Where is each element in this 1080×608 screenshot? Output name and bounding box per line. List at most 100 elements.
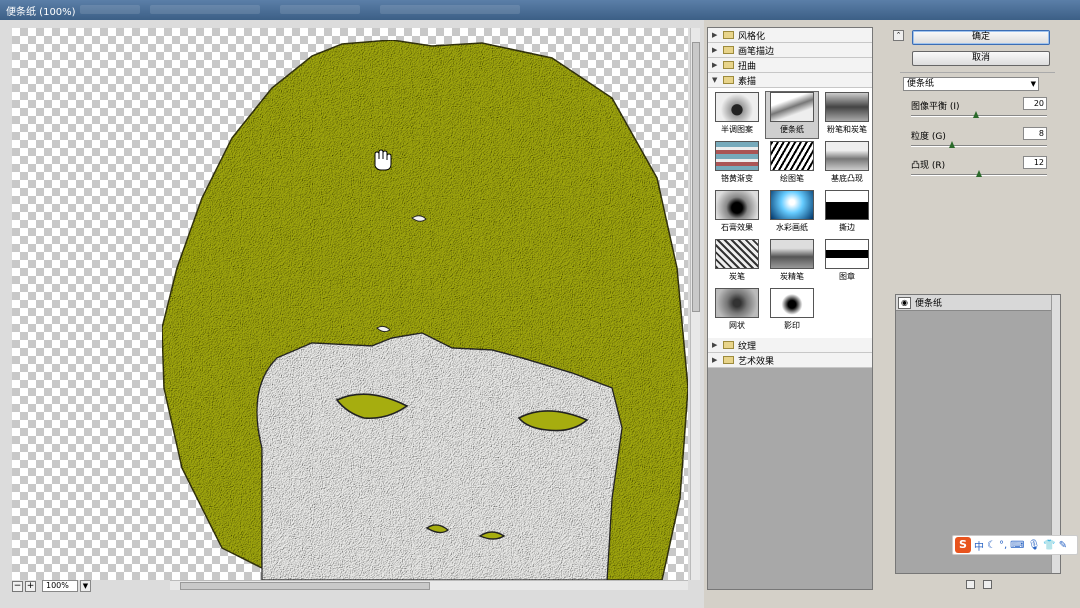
- param-value-input[interactable]: 12: [1023, 156, 1047, 169]
- zoom-out-button[interactable]: −: [12, 580, 23, 592]
- preview-vertical-scrollbar[interactable]: [690, 28, 700, 580]
- filter-label: 炭精笔: [780, 272, 804, 281]
- ime-lang[interactable]: 中: [974, 538, 984, 553]
- cancel-button[interactable]: 取消: [912, 51, 1050, 66]
- filter-thumbnail[interactable]: 半调图案: [711, 92, 763, 138]
- window-title: 便条纸 (100%): [6, 7, 76, 18]
- layer-label: 便条纸: [915, 299, 943, 309]
- eye-icon[interactable]: ◉: [898, 296, 911, 309]
- filter-thumbnail[interactable]: 影印: [766, 288, 818, 334]
- param-label: 图像平衡 (I): [911, 102, 960, 112]
- filter-label: 半调图案: [721, 125, 753, 134]
- preview-canvas[interactable]: [12, 28, 688, 580]
- zoom-controls: − + 100% ▼: [12, 579, 91, 593]
- filter-label: 粉笔和炭笔: [827, 125, 867, 134]
- divider: [900, 72, 1055, 73]
- slider-knob-icon[interactable]: [948, 141, 955, 148]
- filter-thumbnail[interactable]: 粉笔和炭笔: [821, 92, 873, 138]
- keyboard-icon[interactable]: ⌨: [1010, 540, 1024, 551]
- filter-thumbnail[interactable]: 图章: [821, 239, 873, 285]
- filter-category[interactable]: ▶ 纹理: [708, 338, 872, 353]
- filter-category-label: 画笔描边: [738, 46, 775, 57]
- ime-toolbar: S 中 ☾ °, ⌨ 🎙 👕 ✎: [952, 535, 1078, 555]
- filter-label: 便条纸: [780, 125, 804, 134]
- param-value-input[interactable]: 8: [1023, 127, 1047, 140]
- triangle-down-icon: ▼: [712, 76, 718, 84]
- preview-horizontal-scrollbar[interactable]: [170, 580, 688, 590]
- filter-category[interactable]: ▶ 艺术效果: [708, 353, 872, 368]
- filter-thumbnail[interactable]: 绘图笔: [766, 141, 818, 187]
- filter-label: 炭笔: [729, 272, 745, 281]
- filter-thumbnails: 半调图案 便条纸 粉笔和炭笔铬黄渐变 绘图笔 基底凸现石膏效果 水彩画纸 撕边炭笔 炭精笔 图章…: [708, 88, 872, 338]
- filter-label: 石膏效果: [721, 223, 753, 232]
- punctuation-icon[interactable]: °,: [999, 540, 1007, 551]
- slider-knob-icon[interactable]: [973, 111, 980, 118]
- collapse-gallery-icon[interactable]: ⌃: [893, 30, 904, 41]
- filter-preview-image: [715, 288, 759, 318]
- slider-knob-icon[interactable]: [976, 170, 982, 177]
- skin-icon[interactable]: 👕: [1043, 540, 1055, 551]
- triangle-right-icon: ▶: [712, 61, 718, 69]
- folder-icon: [723, 61, 734, 69]
- filter-category[interactable]: ▶ 画笔描边: [708, 43, 872, 58]
- ok-button[interactable]: 确定: [912, 30, 1050, 45]
- filter-preview-image: [825, 190, 869, 220]
- folder-icon: [723, 46, 734, 54]
- title-bar: 便条纸 (100%): [0, 0, 1080, 20]
- filter-thumbnail[interactable]: 基底凸现: [821, 141, 873, 187]
- zoom-value[interactable]: 100%: [42, 580, 78, 592]
- triangle-right-icon: ▶: [712, 31, 718, 39]
- filter-preview-image: [770, 288, 814, 318]
- filter-category-label: 风格化: [738, 31, 766, 42]
- filter-category[interactable]: ▶ 扭曲: [708, 58, 872, 73]
- filter-thumbnail[interactable]: 水彩画纸: [766, 190, 818, 236]
- param-slider-track[interactable]: [911, 145, 1047, 147]
- layers-scrollbar[interactable]: [1051, 295, 1060, 573]
- filter-thumbnail[interactable]: 网状: [711, 288, 763, 334]
- microphone-icon[interactable]: 🎙: [1028, 540, 1041, 551]
- filter-category[interactable]: ▶ 风格化: [708, 28, 872, 43]
- filter-thumbnail[interactable]: 炭笔: [711, 239, 763, 285]
- filter-preview-image: [825, 141, 869, 171]
- wrench-icon[interactable]: ✎: [1059, 540, 1067, 551]
- filter-list: ▶ 风格化 ▶ 画笔描边 ▶ 扭曲 ▼ 素描 半调图案 便条纸 粉笔和炭笔 铬黄渐变 绘图笔 基底凸现石…: [708, 28, 872, 368]
- filter-preview-image: [715, 190, 759, 220]
- folder-icon: [723, 31, 734, 39]
- trash-icon[interactable]: [983, 580, 992, 589]
- filter-param: 凸现 (R) 12: [911, 156, 1047, 186]
- filter-preview-image: [770, 92, 814, 122]
- filter-thumbnail[interactable]: 便条纸: [765, 91, 819, 139]
- chevron-down-icon: ▼: [1030, 80, 1036, 88]
- layer-item[interactable]: ◉ 便条纸: [896, 295, 1051, 311]
- new-layer-icon[interactable]: [966, 580, 975, 589]
- filter-param: 粒度 (G) 8: [911, 127, 1047, 157]
- titlebar-ghost-3: [280, 5, 360, 14]
- filter-category-label: 素描: [738, 76, 757, 87]
- filter-thumbnail[interactable]: 铬黄渐变: [711, 141, 763, 187]
- filter-thumbnail[interactable]: 撕边: [821, 190, 873, 236]
- filter-category-label: 纹理: [738, 341, 757, 352]
- filter-category[interactable]: ▼ 素描: [708, 73, 872, 88]
- titlebar-ghost-4: [380, 5, 520, 14]
- triangle-right-icon: ▶: [712, 356, 718, 364]
- vscroll-thumb[interactable]: [692, 42, 700, 312]
- filter-select-value: 便条纸: [907, 79, 935, 89]
- filter-preview-image: [825, 92, 869, 122]
- filter-preview-image: [770, 190, 814, 220]
- filter-label: 铬黄渐变: [721, 174, 753, 183]
- zoom-in-button[interactable]: +: [25, 580, 36, 592]
- zoom-dropdown-icon[interactable]: ▼: [80, 580, 91, 592]
- sogou-logo-icon[interactable]: S: [955, 537, 971, 553]
- filter-select[interactable]: 便条纸 ▼: [903, 77, 1039, 91]
- preview-area: − + 100% ▼: [0, 20, 704, 608]
- titlebar-ghost-1: [80, 5, 140, 14]
- filter-preview-image: [715, 239, 759, 269]
- filter-label: 撕边: [839, 223, 855, 232]
- filter-thumbnail[interactable]: 炭精笔: [766, 239, 818, 285]
- filter-category-label: 扭曲: [738, 61, 757, 72]
- param-value-input[interactable]: 20: [1023, 97, 1047, 110]
- filter-thumbnail[interactable]: 石膏效果: [711, 190, 763, 236]
- param-label: 凸现 (R): [911, 161, 946, 171]
- hscroll-thumb[interactable]: [180, 582, 430, 590]
- moon-icon[interactable]: ☾: [987, 540, 996, 551]
